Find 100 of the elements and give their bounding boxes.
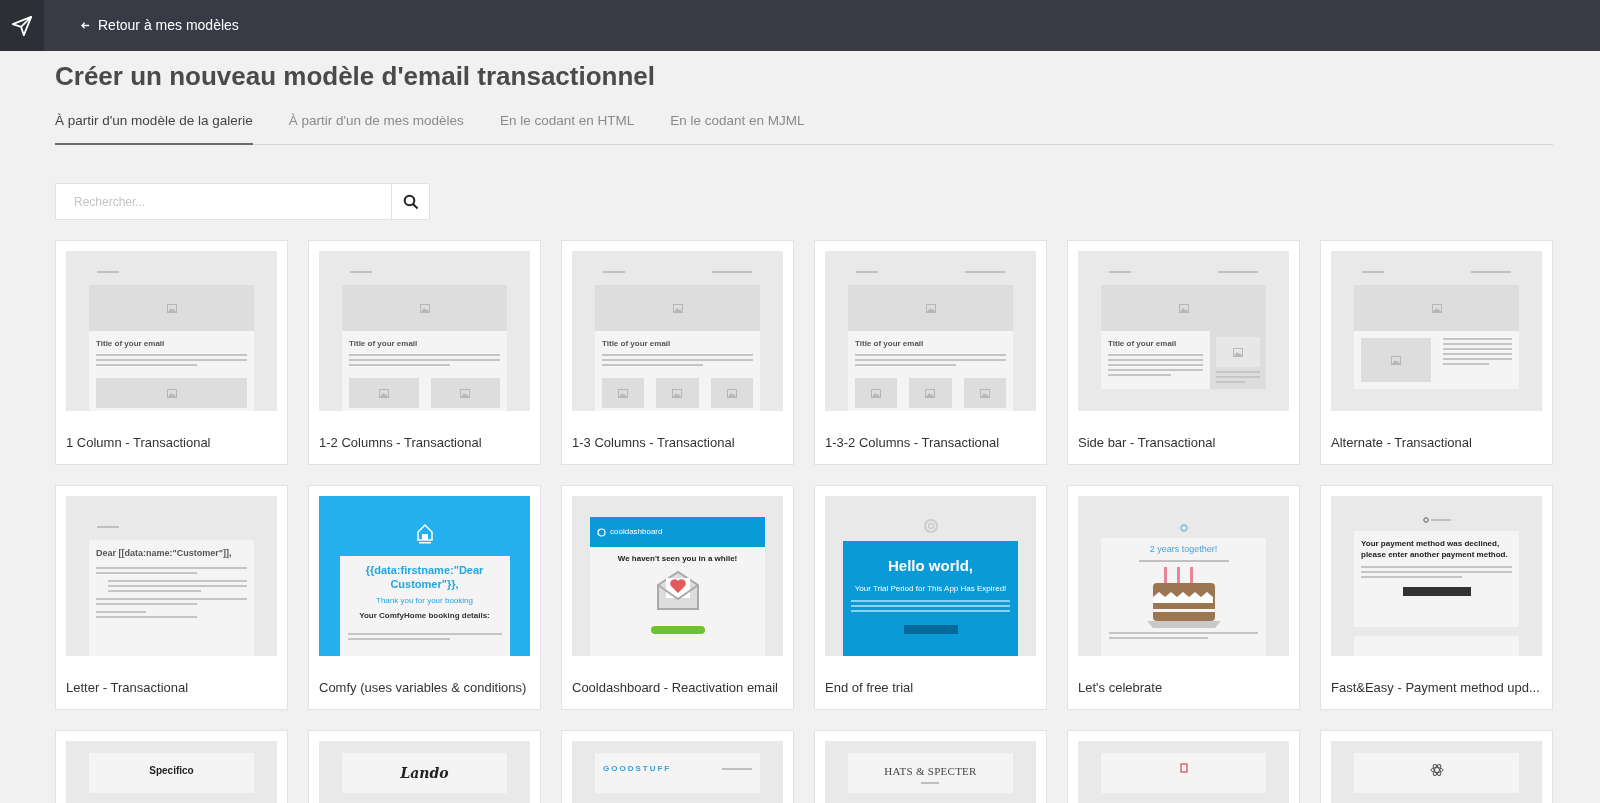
template-card[interactable]: {{data:firstname:"Dear Customer"}}, Thank you for your booking Your ComfyHome booking details: Comfy (uses variables & conditions) [308,485,541,711]
image-icon [618,388,629,398]
logo-tile[interactable] [0,0,44,51]
brand-name: cooldashboard [610,526,663,539]
brand-name: Specifico [149,764,194,779]
email-title: Title of your email [1108,338,1178,351]
text-line [1109,271,1131,274]
action-button [650,626,705,635]
email-title: Hello world, [888,556,973,577]
email-title: Dear [[data:name:"Customer"]], [96,547,233,561]
badge-icon [1179,763,1188,774]
action-button [903,624,958,634]
image-icon [672,388,683,398]
spiral-logo-icon [922,518,939,535]
email-title: Title of your email [96,338,166,351]
email-title: {{data:firstname:"Dear Customer"}}, [364,564,485,592]
action-button [1402,586,1471,596]
image-icon [166,303,177,313]
template-name: 1-3-2 Columns - Transactional [825,434,1001,453]
image-icon [672,303,683,313]
text-line [856,271,878,274]
template-card[interactable]: Specifico [55,730,288,803]
search-field[interactable]: Rechercher... [55,183,392,221]
brand-name: GOODSTUFF [603,763,672,776]
template-card[interactable]: Title of your email 1-2 Columns - Transactional [308,240,541,466]
template-card[interactable]: 2 years together! Let's celebrate [1067,485,1300,711]
text-line [712,271,752,274]
email-title: 2 years together! [1149,543,1218,557]
text-line [1218,271,1258,274]
template-card[interactable]: Dear [[data:name:"Customer"]], Letter - Transactional [55,485,288,711]
text-line [350,271,372,274]
image-icon [979,388,990,398]
text-line [96,610,147,613]
chat-bubble-icon [1179,524,1188,533]
email-subtitle: Your Trial Period for This App Has Expired! [854,582,1007,595]
text-line [603,271,625,274]
image-icon [726,388,737,398]
email-subtitle: Thank you for your booking [376,594,473,607]
text-line [722,768,752,771]
atom-icon [1429,763,1444,778]
email-title: Title of your email [349,338,419,351]
template-card[interactable]: Title of your email 1-3 Columns - Transactional [561,240,794,466]
text-line [1442,338,1512,341]
envelope-heart-icon [654,569,701,612]
text-line [921,781,940,784]
back-arrow-icon [81,21,90,30]
text-line [965,271,1005,274]
template-card[interactable]: Title of your email 1 Column - Transactional [55,240,288,466]
template-name: Comfy (uses variables & conditions) [319,679,528,698]
text-line [1442,363,1489,366]
template-name: Cooldashboard - Reactivation email [572,679,779,698]
email-detail: Your ComfyHome booking details: [359,609,490,622]
email-title: Title of your email [855,338,925,351]
text-line [97,271,119,274]
template-card[interactable]: Title of your email Side bar - Transactional [1067,240,1300,466]
text-line [1442,343,1512,346]
template-card[interactable]: Hello world, Your Trial Period for This App Has Expired! End of free trial [814,485,1047,711]
image-icon [1390,355,1401,365]
template-card[interactable]: Alternate - Transactional [1320,240,1553,466]
template-card[interactable]: cooldashboard We haven't seen you in a while! Cooldashboard - Reactivation email [561,485,794,711]
template-name: Fast&Easy - Payment method upd... [1331,679,1541,698]
email-title: We haven't seen you in a while! [617,553,738,566]
image-icon [378,388,389,398]
template-card[interactable]: Your payment method was declined, please enter another payment method. Fast&Easy - Payment method upd... [1320,485,1553,711]
link-logo-icon [1422,517,1429,524]
template-name: 1-2 Columns - Transactional [319,434,483,453]
brand-name: HATS & SPECTER [884,764,977,780]
text-line [97,526,119,529]
text-line [1471,271,1511,274]
template-card[interactable]: Title of your email 1-3-2 Columns - Transactional [814,240,1047,466]
text-line [1442,353,1512,356]
template-name: Letter - Transactional [66,679,190,698]
back-link[interactable]: Retour à mes modèles [81,15,239,36]
template-name: 1-3 Columns - Transactional [572,434,736,453]
image-icon [1431,303,1442,313]
template-name: Side bar - Transactional [1078,434,1217,453]
tab[interactable]: À partir d'un modèle de la galerie [55,111,253,146]
brand-name: Lando [400,764,449,784]
email-title: Your payment method was declined, please enter another payment method. [1361,539,1509,561]
image-icon [925,303,936,313]
template-name: Alternate - Transactional [1331,434,1473,453]
text-line [1442,358,1512,361]
text-line [1108,374,1172,377]
image-icon [1178,303,1189,313]
template-name: 1 Column - Transactional [66,434,212,453]
image-icon [925,388,936,398]
email-title: Title of your email [602,338,672,351]
image-icon [871,388,882,398]
template-name: End of free trial [825,679,915,698]
search-icon [402,193,419,210]
logo-icon [597,527,606,537]
image-icon [1233,347,1243,357]
image-icon [460,388,471,398]
image-icon [166,388,177,398]
search-button[interactable] [392,183,430,221]
text-line [1442,348,1512,351]
template-card[interactable]: Lando [308,730,541,803]
house-logo-icon [415,522,434,545]
text-line [1430,519,1451,522]
template-card[interactable]: HATS & SPECTER [814,730,1047,803]
